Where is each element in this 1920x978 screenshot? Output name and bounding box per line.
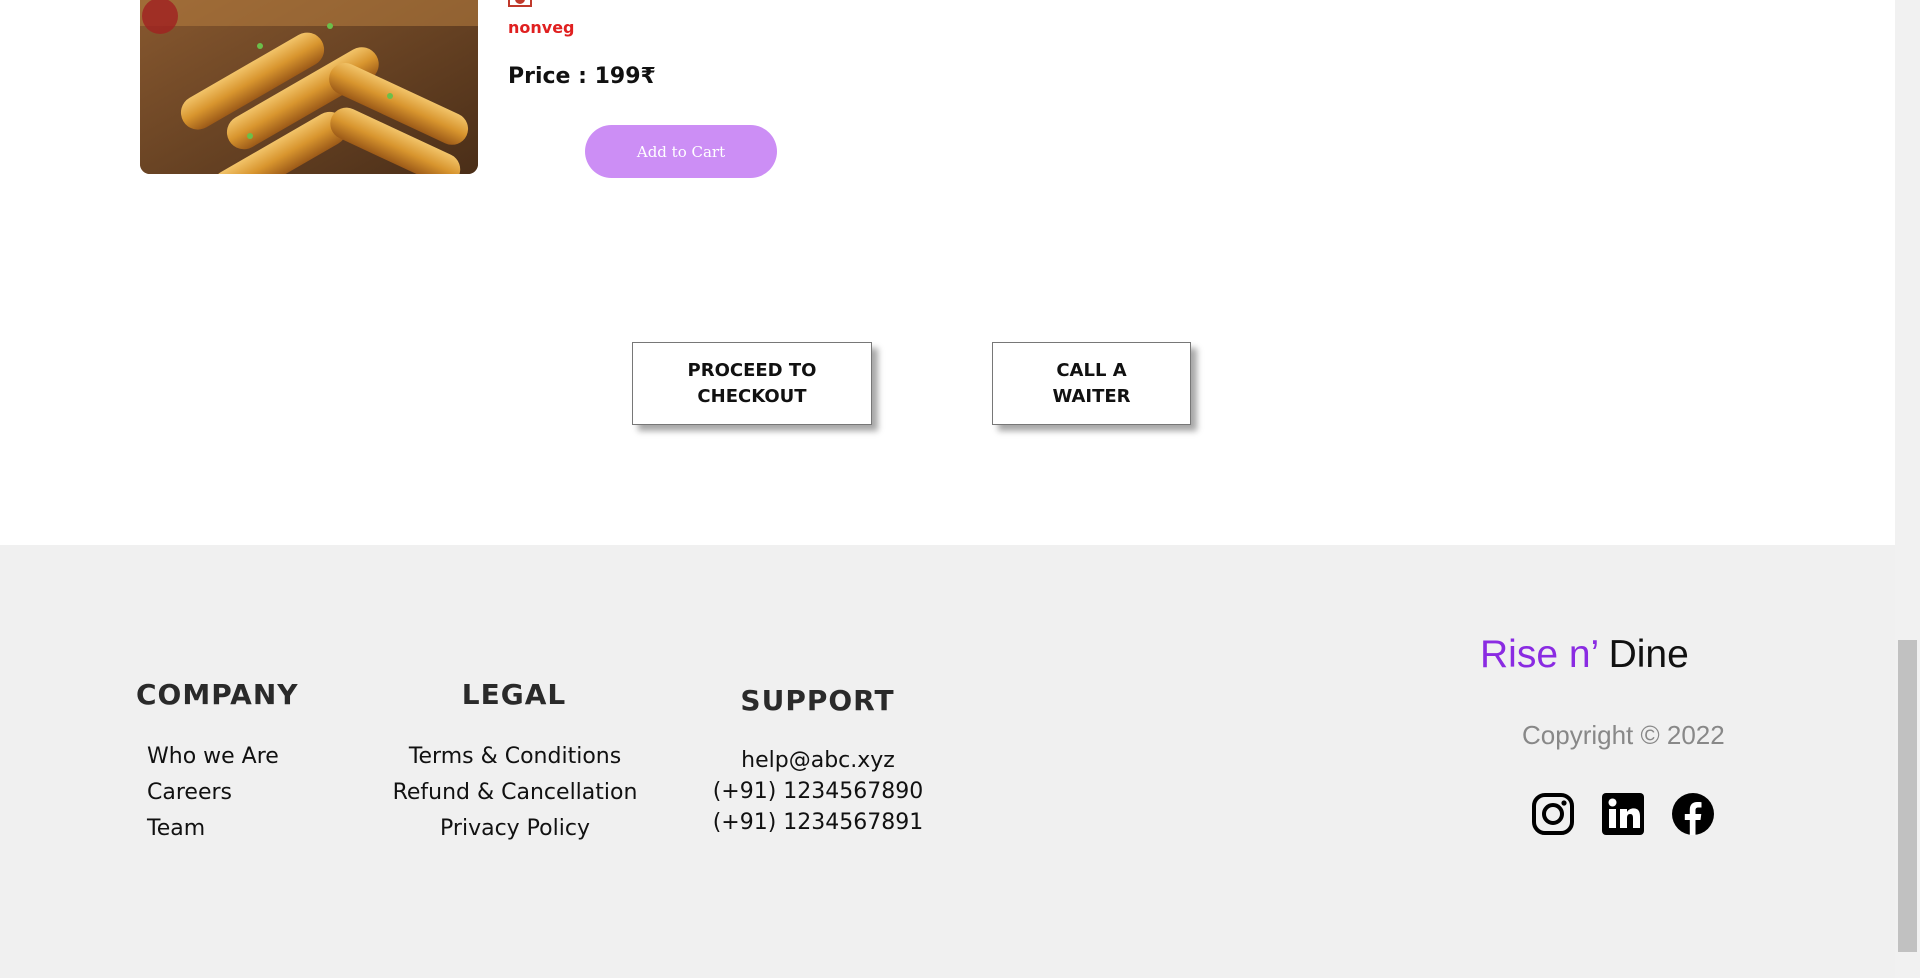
footer-link-team[interactable]: Team <box>147 816 205 841</box>
waiter-label-line1: CALL A <box>1056 359 1127 381</box>
instagram-icon[interactable] <box>1531 792 1575 836</box>
footer-link-who-we-are[interactable]: Who we Are <box>147 744 279 769</box>
footer-company-heading: COMPANY <box>136 678 299 711</box>
footer-link-terms[interactable]: Terms & Conditions <box>409 744 621 769</box>
support-phone-1[interactable]: (+91) 1234567890 <box>713 779 924 804</box>
brand-name-rest: Dine <box>1597 633 1689 676</box>
linkedin-icon[interactable] <box>1601 792 1645 836</box>
footer-link-privacy[interactable]: Privacy Policy <box>440 816 590 841</box>
add-to-cart-button[interactable]: Add to Cart <box>585 125 777 178</box>
checkout-label-line1: PROCEED TO <box>687 359 817 381</box>
footer-support-contacts: help@abc.xyz (+91) 1234567890 (+91) 1234… <box>700 745 936 838</box>
item-price: Price : 199₹ <box>508 64 656 89</box>
page-scrollbar[interactable] <box>1895 0 1920 978</box>
scrollbar-thumb[interactable] <box>1898 640 1917 952</box>
checkout-label-line2: CHECKOUT <box>697 385 807 407</box>
food-image-spring-rolls <box>140 0 478 174</box>
footer-company-links: Who we Are Careers Team <box>147 739 279 847</box>
footer-legal-heading: LEGAL <box>461 678 567 711</box>
footer-link-refund[interactable]: Refund & Cancellation <box>393 780 638 805</box>
footer-link-careers[interactable]: Careers <box>147 780 232 805</box>
copyright-text: Copyright © 2022 <box>1522 720 1725 750</box>
footer-legal-links: Terms & Conditions Refund & Cancellation… <box>390 739 640 847</box>
support-email-link[interactable]: help@abc.xyz <box>741 748 895 773</box>
brand-name-accent: Rise n’ <box>1480 633 1598 676</box>
footer-support-heading: SUPPORT <box>740 684 895 717</box>
support-phone-2[interactable]: (+91) 1234567891 <box>713 810 924 835</box>
item-food-type: nonveg <box>508 18 575 37</box>
proceed-to-checkout-button[interactable]: PROCEED TO CHECKOUT <box>632 342 872 425</box>
waiter-label-line2: WAITER <box>1052 385 1131 407</box>
brand-logo: Rise n’ Dine <box>1480 633 1689 677</box>
footer: COMPANY Who we Are Careers Team LEGAL Te… <box>0 545 1920 978</box>
nonveg-mark-icon <box>508 0 532 14</box>
facebook-icon[interactable] <box>1671 792 1715 836</box>
call-waiter-button[interactable]: CALL A WAITER <box>992 342 1191 425</box>
